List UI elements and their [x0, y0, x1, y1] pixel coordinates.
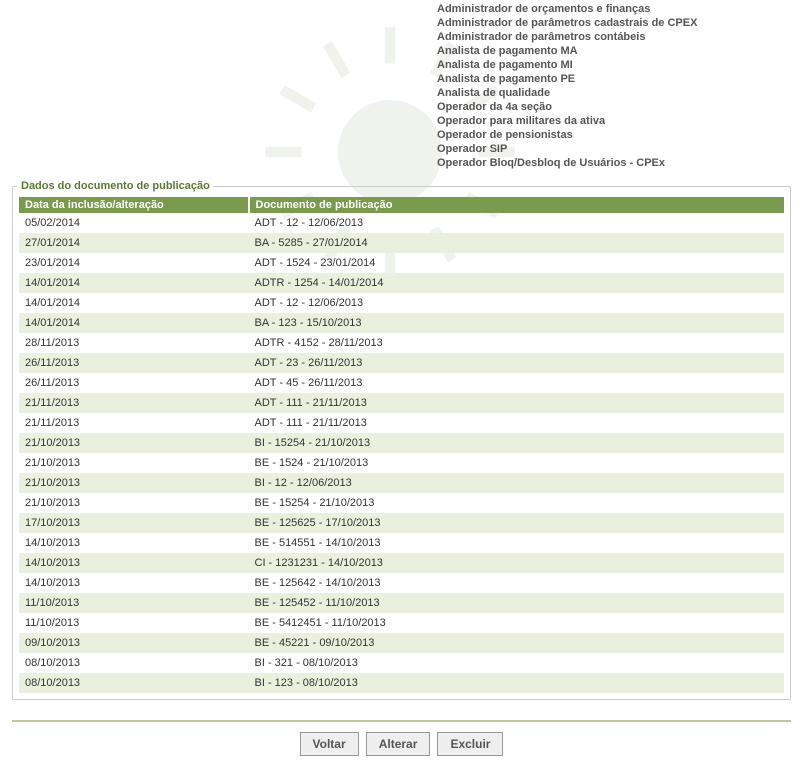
table-row: 27/01/2014BA - 5285 - 27/01/2014 [19, 233, 784, 253]
table-row: 09/10/2013BE - 45221 - 09/10/2013 [19, 633, 784, 653]
divider [12, 720, 791, 722]
cell-doc: ADTR - 4152 - 28/11/2013 [249, 333, 785, 353]
table-row: 11/10/2013BE - 5412451 - 11/10/2013 [19, 613, 784, 633]
action-bar: Voltar Alterar Excluir [12, 732, 791, 770]
role-item: Administrador de parâmetros cadastrais d… [437, 16, 791, 30]
role-item: Analista de pagamento MI [437, 58, 791, 72]
table-row: 21/11/2013ADT - 111 - 21/11/2013 [19, 393, 784, 413]
table-row: 14/10/2013BE - 125642 - 14/10/2013 [19, 573, 784, 593]
cell-date: 14/01/2014 [19, 293, 249, 313]
fieldset-legend: Dados do documento de publicação [17, 180, 214, 192]
role-item: Analista de qualidade [437, 86, 791, 100]
role-item: Operador SIP [437, 142, 791, 156]
table-row: 21/10/2013BE - 15254 - 21/10/2013 [19, 493, 784, 513]
edit-button[interactable]: Alterar [366, 732, 431, 756]
cell-date: 14/01/2014 [19, 313, 249, 333]
table-row: 21/11/2013ADT - 111 - 21/11/2013 [19, 413, 784, 433]
cell-doc: ADT - 111 - 21/11/2013 [249, 413, 785, 433]
cell-doc: ADT - 23 - 26/11/2013 [249, 353, 785, 373]
cell-date: 14/01/2014 [19, 273, 249, 293]
cell-doc: BI - 123 - 08/10/2013 [249, 673, 785, 693]
table-row: 14/01/2014ADTR - 1254 - 14/01/2014 [19, 273, 784, 293]
table-row: 17/10/2013BE - 125625 - 17/10/2013 [19, 513, 784, 533]
cell-date: 08/10/2013 [19, 653, 249, 673]
role-item: Operador para militares da ativa [437, 114, 791, 128]
table-row: 21/10/2013BI - 15254 - 21/10/2013 [19, 433, 784, 453]
col-date-header: Data da inclusão/alteração [19, 197, 249, 213]
cell-doc: BE - 5412451 - 11/10/2013 [249, 613, 785, 633]
table-row: 08/10/2013BI - 123 - 08/10/2013 [19, 673, 784, 693]
cell-date: 21/10/2013 [19, 433, 249, 453]
table-row: 08/10/2013BI - 321 - 08/10/2013 [19, 653, 784, 673]
publication-fieldset: Dados do documento de publicação Data da… [12, 186, 791, 700]
cell-doc: BE - 45221 - 09/10/2013 [249, 633, 785, 653]
cell-date: 14/10/2013 [19, 533, 249, 553]
table-row: 05/02/2014ADT - 12 - 12/06/2013 [19, 213, 784, 233]
cell-doc: ADT - 1524 - 23/01/2014 [249, 253, 785, 273]
cell-date: 21/10/2013 [19, 493, 249, 513]
cell-doc: BA - 123 - 15/10/2013 [249, 313, 785, 333]
cell-doc: CI - 1231231 - 14/10/2013 [249, 553, 785, 573]
col-doc-header: Documento de publicação [249, 197, 785, 213]
role-item: Administrador de parâmetros contábeis [437, 30, 791, 44]
cell-date: 23/01/2014 [19, 253, 249, 273]
table-row: 11/10/2013BE - 125452 - 11/10/2013 [19, 593, 784, 613]
cell-date: 21/10/2013 [19, 453, 249, 473]
table-row: 26/11/2013ADT - 45 - 26/11/2013 [19, 373, 784, 393]
cell-date: 21/10/2013 [19, 473, 249, 493]
cell-doc: BA - 5285 - 27/01/2014 [249, 233, 785, 253]
table-row: 23/01/2014ADT - 1524 - 23/01/2014 [19, 253, 784, 273]
cell-date: 21/11/2013 [19, 413, 249, 433]
table-row: 28/11/2013ADTR - 4152 - 28/11/2013 [19, 333, 784, 353]
cell-date: 14/10/2013 [19, 573, 249, 593]
table-row: 14/01/2014BA - 123 - 15/10/2013 [19, 313, 784, 333]
cell-date: 17/10/2013 [19, 513, 249, 533]
cell-date: 11/10/2013 [19, 613, 249, 633]
cell-date: 28/11/2013 [19, 333, 249, 353]
cell-doc: BE - 125625 - 17/10/2013 [249, 513, 785, 533]
cell-doc: ADTR - 1254 - 14/01/2014 [249, 273, 785, 293]
role-item: Operador de pensionistas [437, 128, 791, 142]
role-item: Operador da 4a seção [437, 100, 791, 114]
cell-doc: BI - 12 - 12/06/2013 [249, 473, 785, 493]
table-row: 14/10/2013BE - 514551 - 14/10/2013 [19, 533, 784, 553]
table-row: 14/10/2013CI - 1231231 - 14/10/2013 [19, 553, 784, 573]
cell-date: 14/10/2013 [19, 553, 249, 573]
cell-doc: BE - 15254 - 21/10/2013 [249, 493, 785, 513]
role-list: Administrador de orçamentos e finançasAd… [437, 2, 791, 170]
cell-date: 08/10/2013 [19, 673, 249, 693]
cell-doc: BE - 1524 - 21/10/2013 [249, 453, 785, 473]
cell-doc: ADT - 111 - 21/11/2013 [249, 393, 785, 413]
role-item: Analista de pagamento MA [437, 44, 791, 58]
cell-doc: BI - 321 - 08/10/2013 [249, 653, 785, 673]
table-row: 21/10/2013BI - 12 - 12/06/2013 [19, 473, 784, 493]
table-row: 26/11/2013ADT - 23 - 26/11/2013 [19, 353, 784, 373]
role-item: Operador Bloq/Desbloq de Usuários - CPEx [437, 156, 791, 170]
delete-button[interactable]: Excluir [437, 732, 503, 756]
cell-doc: BE - 125452 - 11/10/2013 [249, 593, 785, 613]
role-item: Administrador de orçamentos e finanças [437, 2, 791, 16]
cell-doc: BE - 514551 - 14/10/2013 [249, 533, 785, 553]
cell-date: 09/10/2013 [19, 633, 249, 653]
table-row: 14/01/2014ADT - 12 - 12/06/2013 [19, 293, 784, 313]
cell-date: 11/10/2013 [19, 593, 249, 613]
cell-date: 21/11/2013 [19, 393, 249, 413]
cell-date: 26/11/2013 [19, 353, 249, 373]
cell-doc: ADT - 12 - 12/06/2013 [249, 293, 785, 313]
cell-date: 27/01/2014 [19, 233, 249, 253]
cell-date: 05/02/2014 [19, 213, 249, 233]
cell-doc: ADT - 12 - 12/06/2013 [249, 213, 785, 233]
cell-doc: BI - 15254 - 21/10/2013 [249, 433, 785, 453]
publication-table: Data da inclusão/alteração Documento de … [19, 197, 784, 693]
cell-doc: BE - 125642 - 14/10/2013 [249, 573, 785, 593]
back-button[interactable]: Voltar [300, 732, 359, 756]
role-item: Analista de pagamento PE [437, 72, 791, 86]
cell-doc: ADT - 45 - 26/11/2013 [249, 373, 785, 393]
cell-date: 26/11/2013 [19, 373, 249, 393]
table-row: 21/10/2013BE - 1524 - 21/10/2013 [19, 453, 784, 473]
